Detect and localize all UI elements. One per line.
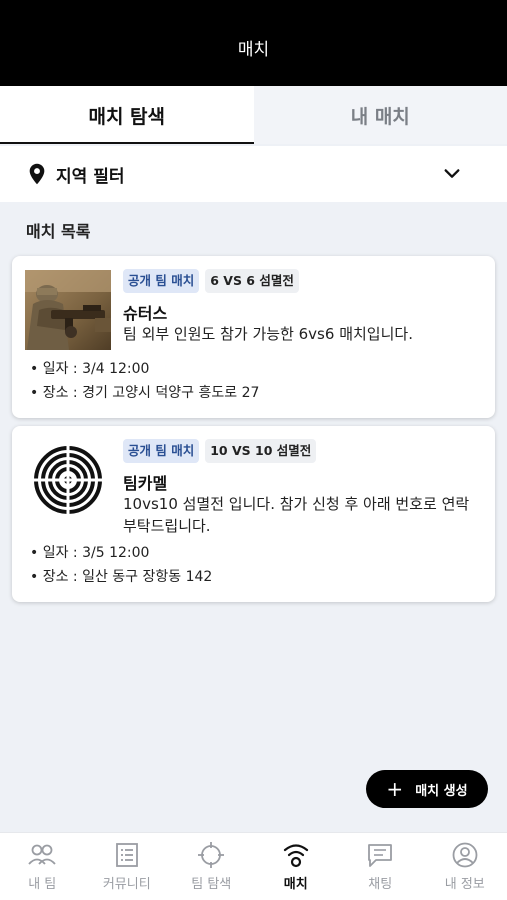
match-description: 10vs10 섬멸전 입니다. 참가 신청 후 아래 번호로 연락 부탁드립니다… <box>123 495 470 535</box>
team-name: 슈터스 <box>123 304 168 323</box>
match-format-badge: 6 VS 6 섬멸전 <box>205 269 299 293</box>
app-header: 매치 <box>0 0 507 86</box>
tab-my-match[interactable]: 내 매치 <box>254 86 507 144</box>
match-date: • 일자 : 3/5 12:00 <box>30 545 150 561</box>
nav-team-search[interactable]: 팀 탐색 <box>169 833 254 900</box>
plus-icon: + <box>386 777 404 801</box>
bottom-navigation: 내 팀 커뮤니티 팀 탐색 매치 채팅 내 정보 <box>0 832 507 900</box>
match-card[interactable]: 공개 팀 매치 10 VS 10 섬멸전 팀카멜 10vs10 섬멸전 입니다.… <box>12 426 495 602</box>
create-match-label: 매치 생성 <box>415 783 468 799</box>
tab-bar: 매치 탐색 내 매치 <box>0 86 507 144</box>
crosshair-icon <box>198 841 225 868</box>
nav-label: 채팅 <box>368 876 393 892</box>
tab-label: 내 매치 <box>350 105 410 128</box>
match-card[interactable]: 공개 팀 매치 6 VS 6 섬멸전 슈터스 팀 외부 인원도 참가 가능한 6… <box>12 256 495 418</box>
team-image <box>25 270 111 350</box>
team-logo <box>25 440 111 520</box>
filter-label: 지역 필터 <box>56 166 125 187</box>
nav-match[interactable]: 매치 <box>254 833 339 900</box>
nav-label: 커뮤니티 <box>102 876 151 892</box>
user-icon <box>452 842 478 867</box>
signal-icon <box>283 843 308 867</box>
chat-icon <box>368 843 393 867</box>
nav-label: 매치 <box>283 876 308 892</box>
list-icon <box>115 842 138 867</box>
chevron-down-icon <box>444 169 460 178</box>
match-description: 팀 외부 인원도 참가 가능한 6vs6 매치입니다. <box>123 325 413 343</box>
match-location: • 장소 : 일산 동구 장항동 142 <box>30 569 213 585</box>
nav-chat[interactable]: 채팅 <box>338 833 423 900</box>
badge-group: 공개 팀 매치 10 VS 10 섬멸전 <box>123 439 317 463</box>
match-format-badge: 10 VS 10 섬멸전 <box>205 439 317 463</box>
map-pin-icon <box>29 163 45 185</box>
match-type-badge: 공개 팀 매치 <box>123 269 200 293</box>
match-location: • 장소 : 경기 고양시 덕양구 흥도로 27 <box>30 385 260 401</box>
nav-label: 내 팀 <box>28 876 57 892</box>
nav-my-info[interactable]: 내 정보 <box>423 833 507 900</box>
team-name: 팀카멜 <box>123 474 168 493</box>
people-icon <box>28 844 56 865</box>
region-filter-dropdown[interactable]: 지역 필터 <box>0 146 507 202</box>
nav-label: 내 정보 <box>444 876 485 892</box>
badge-group: 공개 팀 매치 6 VS 6 섬멸전 <box>123 269 299 293</box>
nav-my-team[interactable]: 내 팀 <box>0 833 85 900</box>
tab-label: 매치 탐색 <box>88 105 166 128</box>
page-title: 매치 <box>237 39 270 60</box>
match-date: • 일자 : 3/4 12:00 <box>30 361 150 377</box>
nav-community[interactable]: 커뮤니티 <box>85 833 170 900</box>
match-type-badge: 공개 팀 매치 <box>123 439 200 463</box>
section-title: 매치 목록 <box>26 222 91 241</box>
tab-match-explore[interactable]: 매치 탐색 <box>0 86 254 144</box>
nav-label: 팀 탐색 <box>191 876 232 892</box>
create-match-button[interactable]: + 매치 생성 <box>366 770 488 808</box>
